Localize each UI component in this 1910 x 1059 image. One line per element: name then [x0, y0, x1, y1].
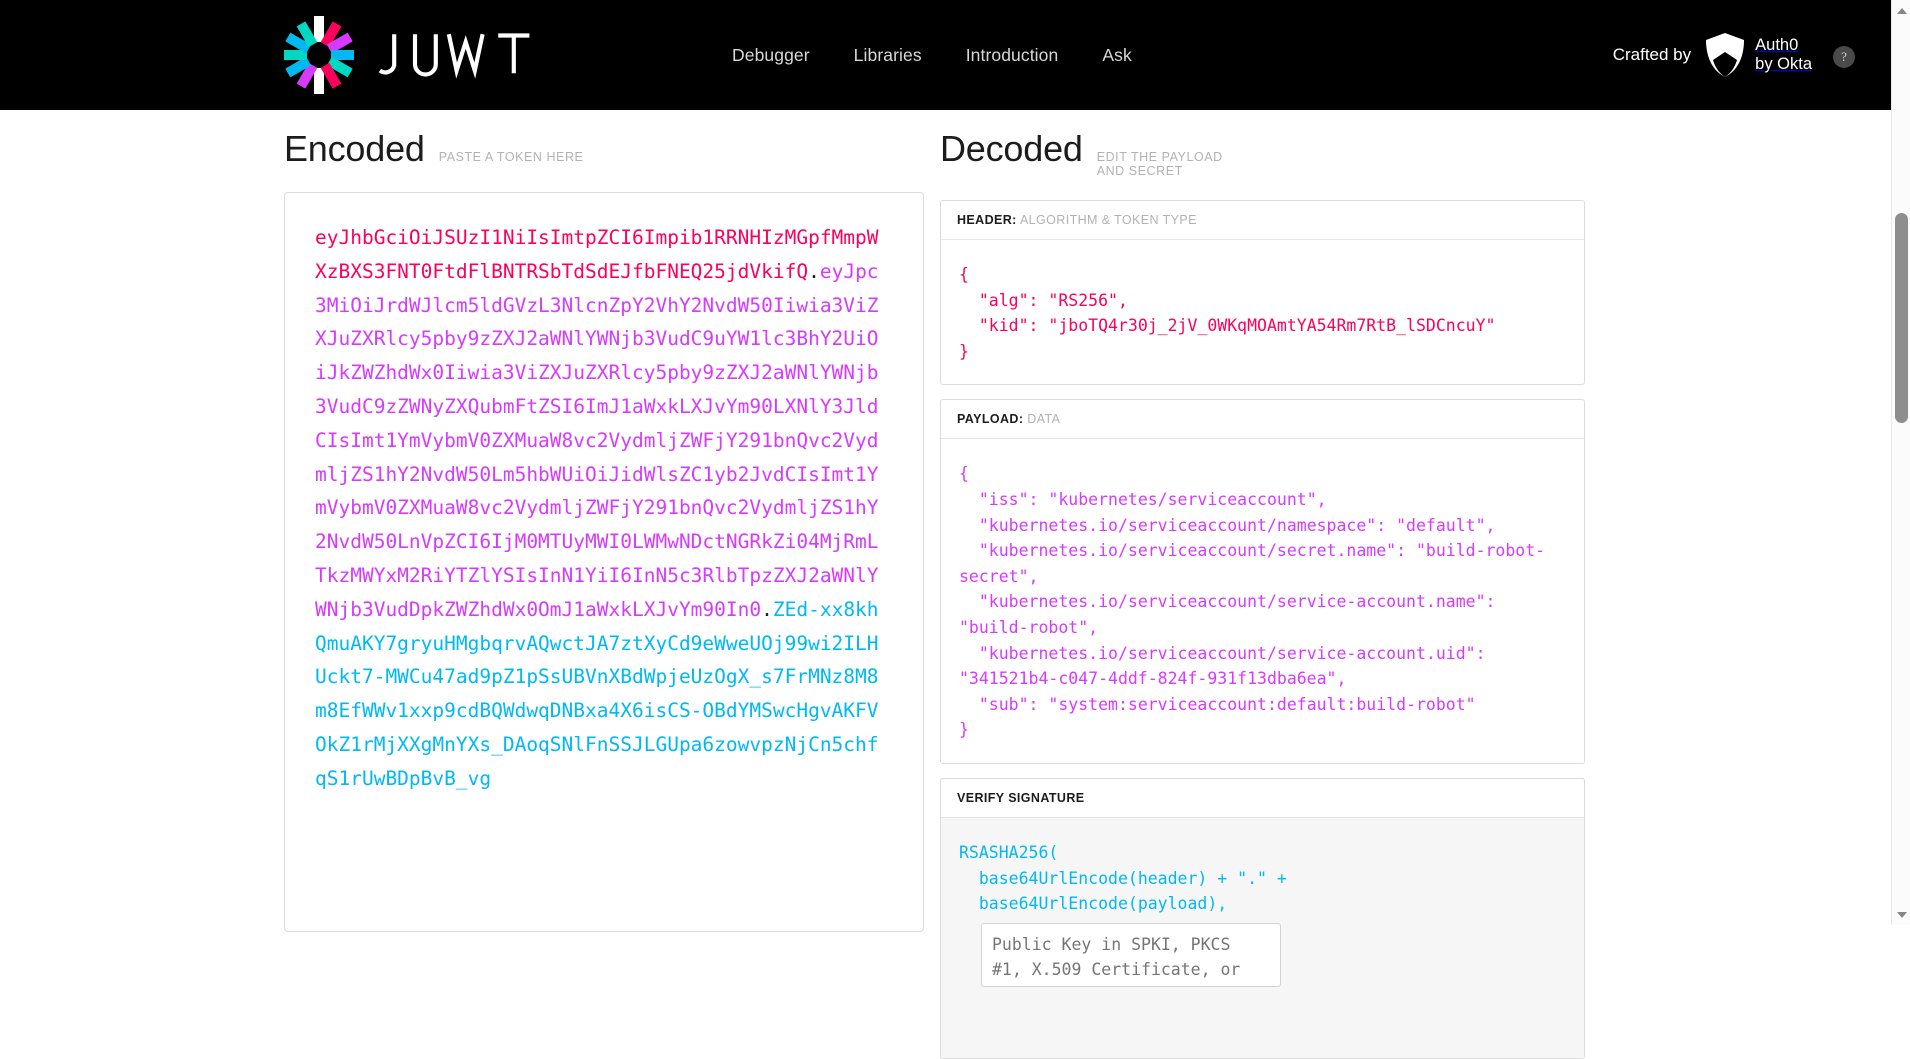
- nav-link-introduction[interactable]: Introduction: [966, 45, 1059, 66]
- decoded-payload-content[interactable]: { "iss": "kubernetes/serviceaccount", "k…: [941, 439, 1584, 763]
- signature-formula-line-2: base64UrlEncode(header) + "." +: [959, 868, 1287, 888]
- payload-panel-label: PAYLOAD:: [957, 412, 1024, 427]
- nav-link-libraries[interactable]: Libraries: [854, 45, 922, 66]
- decoded-header-content[interactable]: { "alg": "RS256", "kid": "jboTQ4r30j_2jV…: [941, 240, 1584, 384]
- nav-links: Debugger Libraries Introduction Ask: [732, 45, 1132, 66]
- brand-logo[interactable]: [284, 16, 532, 94]
- signature-formula-line-3: base64UrlEncode(payload),: [959, 894, 1228, 914]
- decoded-header-panel: HEADER: ALGORITHM & TOKEN TYPE { "alg": …: [940, 200, 1585, 386]
- auth0-byline: by Okta: [1755, 55, 1812, 73]
- decoded-subtitle: EDIT THE PAYLOAD AND SECRET: [1096, 150, 1223, 178]
- jwt-pinwheel-logo-icon: [284, 16, 354, 94]
- auth0-link[interactable]: Auth0 by Okta: [1704, 32, 1812, 78]
- auth0-shield-icon: [1704, 32, 1746, 78]
- verify-signature-panel: VERIFY SIGNATURE RSASHA256( base64UrlEnc…: [940, 777, 1585, 1059]
- scroll-up-icon[interactable]: [1892, 1, 1910, 20]
- top-navbar: Debugger Libraries Introduction Ask Craf…: [0, 0, 1910, 110]
- main-content: Encoded PASTE A TOKEN HERE eyJhbGciOiJSU…: [0, 110, 1910, 1059]
- verify-signature-content: RSASHA256( base64UrlEncode(header) + "."…: [941, 817, 1584, 1058]
- auth0-name: Auth0: [1755, 36, 1799, 54]
- help-icon[interactable]: ?: [1833, 46, 1855, 68]
- jwt-wordmark: [376, 29, 532, 81]
- header-panel-hint: ALGORITHM & TOKEN TYPE: [1019, 213, 1197, 227]
- signature-formula-line-1: RSASHA256(: [959, 842, 1059, 862]
- decoded-header-panel-title: HEADER: ALGORITHM & TOKEN TYPE: [941, 201, 1584, 240]
- crafted-by-block: Crafted by Auth0 by Okta ?: [1613, 32, 1855, 78]
- scroll-thumb[interactable]: [1895, 213, 1908, 423]
- decoded-payload-panel: PAYLOAD: DATA { "iss": "kubernetes/servi…: [940, 399, 1585, 764]
- verify-signature-panel-title: VERIFY SIGNATURE: [941, 779, 1584, 818]
- nav-link-debugger[interactable]: Debugger: [732, 45, 810, 66]
- payload-panel-hint: DATA: [1027, 412, 1061, 427]
- auth0-wordmark: Auth0 by Okta: [1755, 36, 1812, 74]
- header-panel-label: HEADER:: [957, 213, 1017, 227]
- scroll-down-icon[interactable]: [1892, 905, 1910, 924]
- decoded-column: Decoded EDIT THE PAYLOAD AND SECRET HEAD…: [264, 110, 1585, 1059]
- crafted-by-label: Crafted by: [1612, 45, 1692, 64]
- public-key-input[interactable]: [981, 922, 1281, 987]
- decoded-title: Decoded: [940, 128, 1083, 169]
- page-scrollbar[interactable]: [1891, 0, 1910, 925]
- decoded-payload-panel-title: PAYLOAD: DATA: [941, 400, 1584, 440]
- nav-link-ask[interactable]: Ask: [1102, 45, 1131, 66]
- decoded-header: Decoded EDIT THE PAYLOAD AND SECRET: [940, 128, 1234, 178]
- signature-panel-label: VERIFY SIGNATURE: [957, 790, 1085, 805]
